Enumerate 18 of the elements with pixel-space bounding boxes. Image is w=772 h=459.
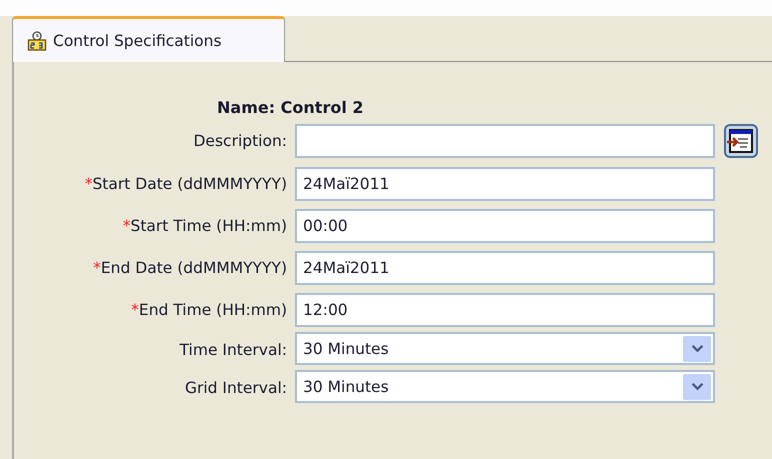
input-field[interactable]: 12:00 (295, 293, 715, 327)
dropdown-field[interactable]: 30 Minutes (295, 332, 715, 365)
input-field[interactable] (295, 124, 715, 158)
field-label: Description: (192, 132, 287, 150)
field-label: *End Time (HH:mm) (130, 301, 287, 319)
clock-numbers-icon (27, 30, 47, 50)
input-field[interactable]: 00:00 (295, 209, 715, 243)
field-label: *Start Time (HH:mm) (122, 217, 287, 235)
field-label: Grid Interval: (184, 379, 287, 397)
tab[interactable]: Control Specifications (12, 16, 285, 62)
name-label: Name: Control 2 (217, 98, 364, 117)
field-label: *Start Date (ddMMMYYYY) (84, 175, 287, 193)
field-label: *End Date (ddMMMYYYY) (92, 259, 287, 277)
text-editor-icon[interactable] (723, 123, 759, 159)
dropdown-field[interactable]: 30 Minutes (295, 370, 715, 403)
input-field[interactable]: 24Maï2011 (295, 167, 715, 201)
field-label: Time Interval: (178, 341, 287, 359)
input-field[interactable]: 24Maï2011 (295, 251, 715, 285)
